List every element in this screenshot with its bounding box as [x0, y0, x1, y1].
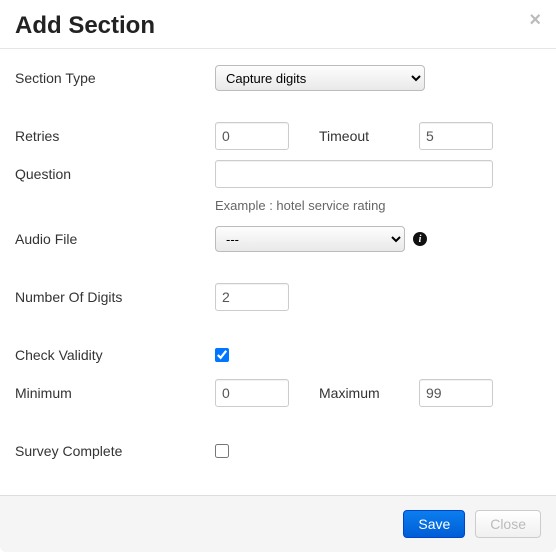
number-of-digits-input[interactable]	[215, 283, 289, 311]
label-check-validity: Check Validity	[15, 347, 215, 363]
save-button[interactable]: Save	[403, 510, 465, 538]
info-icon[interactable]: i	[413, 232, 427, 246]
check-validity-checkbox[interactable]	[215, 348, 229, 362]
question-help-text: Example : hotel service rating	[215, 198, 541, 213]
maximum-input[interactable]	[419, 379, 493, 407]
audio-file-select[interactable]: ---	[215, 226, 405, 252]
label-maximum: Maximum	[289, 385, 419, 401]
label-survey-complete: Survey Complete	[15, 443, 215, 459]
section-type-select[interactable]: Capture digits	[215, 65, 425, 91]
add-section-modal: Add Section × Section Type Capture digit…	[0, 0, 556, 552]
question-input[interactable]	[215, 160, 493, 188]
close-icon[interactable]: ×	[529, 10, 541, 30]
label-retries: Retries	[15, 128, 215, 144]
timeout-input[interactable]	[419, 122, 493, 150]
close-button[interactable]: Close	[475, 510, 541, 538]
modal-footer: Save Close	[0, 495, 556, 552]
modal-body: Section Type Capture digits Retries Time…	[0, 49, 556, 495]
label-number-of-digits: Number Of Digits	[15, 289, 215, 305]
minimum-input[interactable]	[215, 379, 289, 407]
survey-complete-checkbox[interactable]	[215, 444, 229, 458]
retries-input[interactable]	[215, 122, 289, 150]
modal-title: Add Section	[15, 12, 541, 40]
modal-header: Add Section ×	[0, 0, 556, 49]
label-section-type: Section Type	[15, 70, 215, 86]
label-timeout: Timeout	[289, 128, 419, 144]
label-minimum: Minimum	[15, 385, 215, 401]
label-audio-file: Audio File	[15, 231, 215, 247]
label-question: Question	[15, 166, 215, 182]
